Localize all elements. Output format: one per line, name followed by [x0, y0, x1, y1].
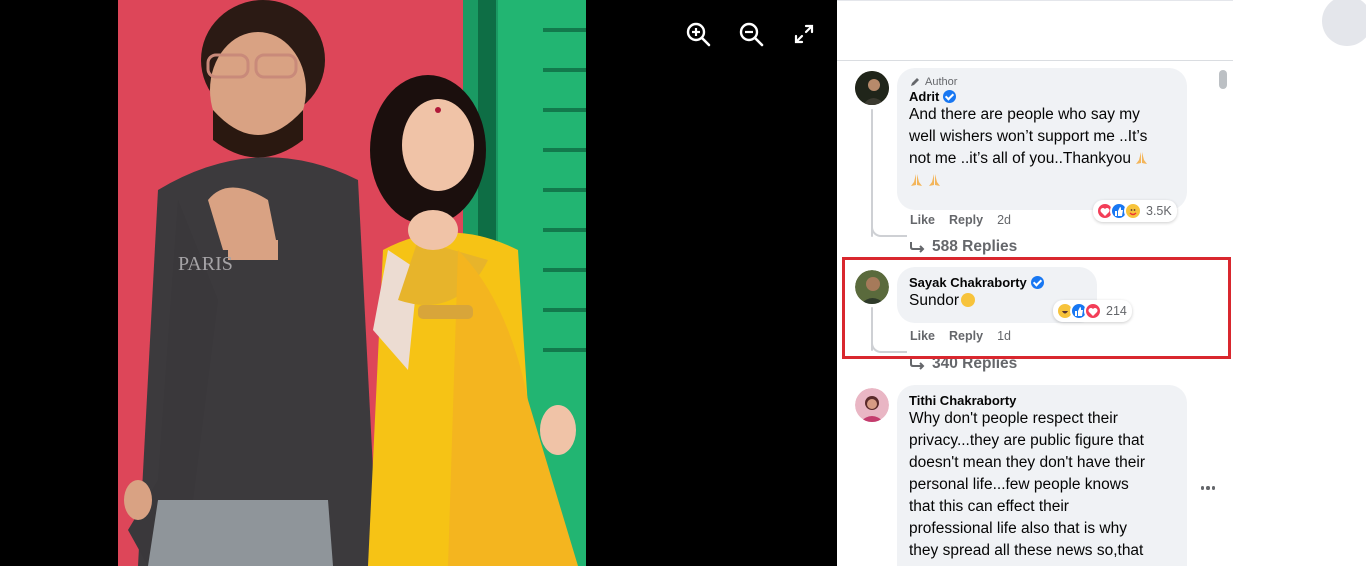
comment-actions: Like Reply 2d: [910, 213, 1011, 227]
zoom-in-icon[interactable]: [684, 20, 712, 48]
thread-curve: [871, 225, 907, 237]
comment-text-line: personal life...few people knows: [909, 476, 1129, 493]
zoom-out-icon[interactable]: [737, 20, 765, 48]
comment-text-line: Why don't people respect their: [909, 410, 1118, 427]
like-button[interactable]: Like: [910, 213, 935, 227]
svg-text:PARIS: PARIS: [178, 253, 233, 275]
photo-viewer: PARIS: [0, 0, 837, 566]
care-reaction-icon: [1124, 202, 1142, 220]
view-replies-button[interactable]: 588 Replies: [910, 238, 1017, 256]
comment-text-line: they spread all these news so,that: [909, 542, 1144, 559]
replies-count-label[interactable]: 588 Replies: [932, 238, 1017, 256]
author-badge-label: Author: [925, 76, 958, 88]
comment-author-name[interactable]: Adrit: [909, 89, 939, 104]
comment-text-line: that this can effect their: [909, 498, 1069, 515]
comment-text-line: And there are people who say my: [909, 106, 1140, 123]
fullscreen-icon[interactable]: [790, 20, 818, 48]
more-options-icon[interactable]: [1198, 478, 1218, 498]
reaction-count: 3.5K: [1146, 204, 1172, 218]
comment-author[interactable]: Tithi Chakraborty: [909, 393, 1175, 408]
comment-bubble: Author Adrit And there are people who sa…: [897, 68, 1187, 210]
comment-text: Why don't people respect their privacy..…: [909, 408, 1175, 562]
comment-author[interactable]: Adrit: [909, 89, 1175, 104]
reaction-summary[interactable]: 3.5K: [1093, 200, 1177, 222]
praying-hands-icon: [1136, 152, 1147, 164]
avatar[interactable]: [855, 71, 889, 105]
praying-hands-icon: [929, 174, 940, 186]
comment-bubble: Tithi Chakraborty Why don't people respe…: [897, 385, 1187, 566]
comment-timestamp[interactable]: 2d: [997, 213, 1011, 227]
verified-badge-icon: [943, 90, 957, 103]
reply-arrow-icon: [910, 359, 925, 370]
panel-header: [837, 1, 1233, 61]
avatar[interactable]: [855, 388, 889, 422]
comment-emoji-line: [909, 170, 1175, 192]
comment-text: And there are people who say my well wis…: [909, 104, 1175, 192]
praying-hands-icon: [911, 174, 922, 186]
comment-text-line: not me ..it’s all of you..Thankyou: [909, 148, 1175, 170]
post-photo: PARIS: [118, 0, 586, 566]
reply-button[interactable]: Reply: [949, 213, 983, 227]
comment-text-line: privacy...they are public figure that: [909, 432, 1144, 449]
scrollbar-thumb[interactable]: [1219, 70, 1227, 89]
comment-text-line: professional life also that is why: [909, 520, 1127, 537]
comment-text-line: well wishers won’t support me ..It’s: [909, 128, 1148, 145]
right-gutter: [1233, 0, 1366, 566]
pencil-icon: [911, 78, 919, 86]
thread-line: [871, 109, 873, 237]
author-badge: Author: [909, 76, 1175, 88]
comment-text-line: doesn't mean they don't have their: [909, 454, 1145, 471]
comment-author-name[interactable]: Tithi Chakraborty: [909, 393, 1016, 408]
reaction-icons: [1096, 202, 1142, 220]
highlight-box: [842, 257, 1231, 359]
reply-arrow-icon: [910, 242, 925, 253]
comment-text-span: not me ..it’s all of you..Thankyou: [909, 150, 1131, 167]
